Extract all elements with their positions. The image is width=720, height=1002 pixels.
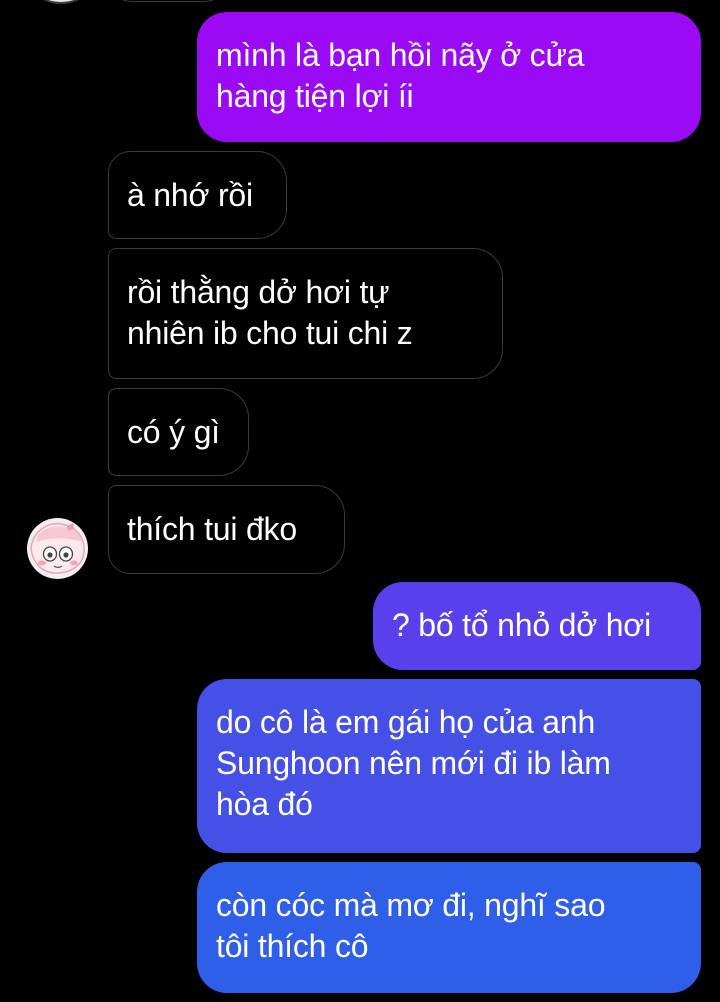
message-line: do cô là em gái họ của anh [216,704,596,740]
message-line: tôi thích cô [216,928,369,964]
outgoing-message[interactable]: do cô là em gái họ của anh Sunghoon nên … [197,679,701,853]
message-line: còn cóc mà mơ đi, nghĩ sao [216,887,606,923]
previous-avatar [30,0,92,4]
incoming-message[interactable]: à nhớ rồi [108,151,287,239]
message-line: thích tui đko [127,511,297,547]
message-line: ? bố tổ nhỏ dở hơi [392,607,651,643]
message-line: à nhớ rồi [127,177,253,213]
message-line: hòa đó [216,786,313,822]
message-line: rồi thằng dở hơi tự [127,274,390,310]
outgoing-message[interactable]: mình là bạn hồi nãy ở cửa hàng tiện lợi … [197,12,701,142]
previous-message-bubble [108,0,228,2]
outgoing-message[interactable]: ? bố tổ nhỏ dở hơi [373,582,701,670]
incoming-message[interactable]: rồi thằng dở hơi tự nhiên ib cho tui chi… [108,248,503,379]
message-line: Sunghoon nên mới đi ib làm [216,745,611,781]
contact-avatar-icon[interactable] [27,518,88,579]
message-line: hàng tiện lợi íi [216,78,414,114]
message-line: mình là bạn hồi nãy ở cửa [216,37,585,73]
outgoing-message[interactable]: còn cóc mà mơ đi, nghĩ sao tôi thích cô [197,862,701,993]
message-line: nhiên ib cho tui chi z [127,315,413,351]
message-line: có ý gì [127,414,220,450]
incoming-message[interactable]: có ý gì [108,388,249,476]
incoming-message[interactable]: thích tui đko [108,485,345,574]
